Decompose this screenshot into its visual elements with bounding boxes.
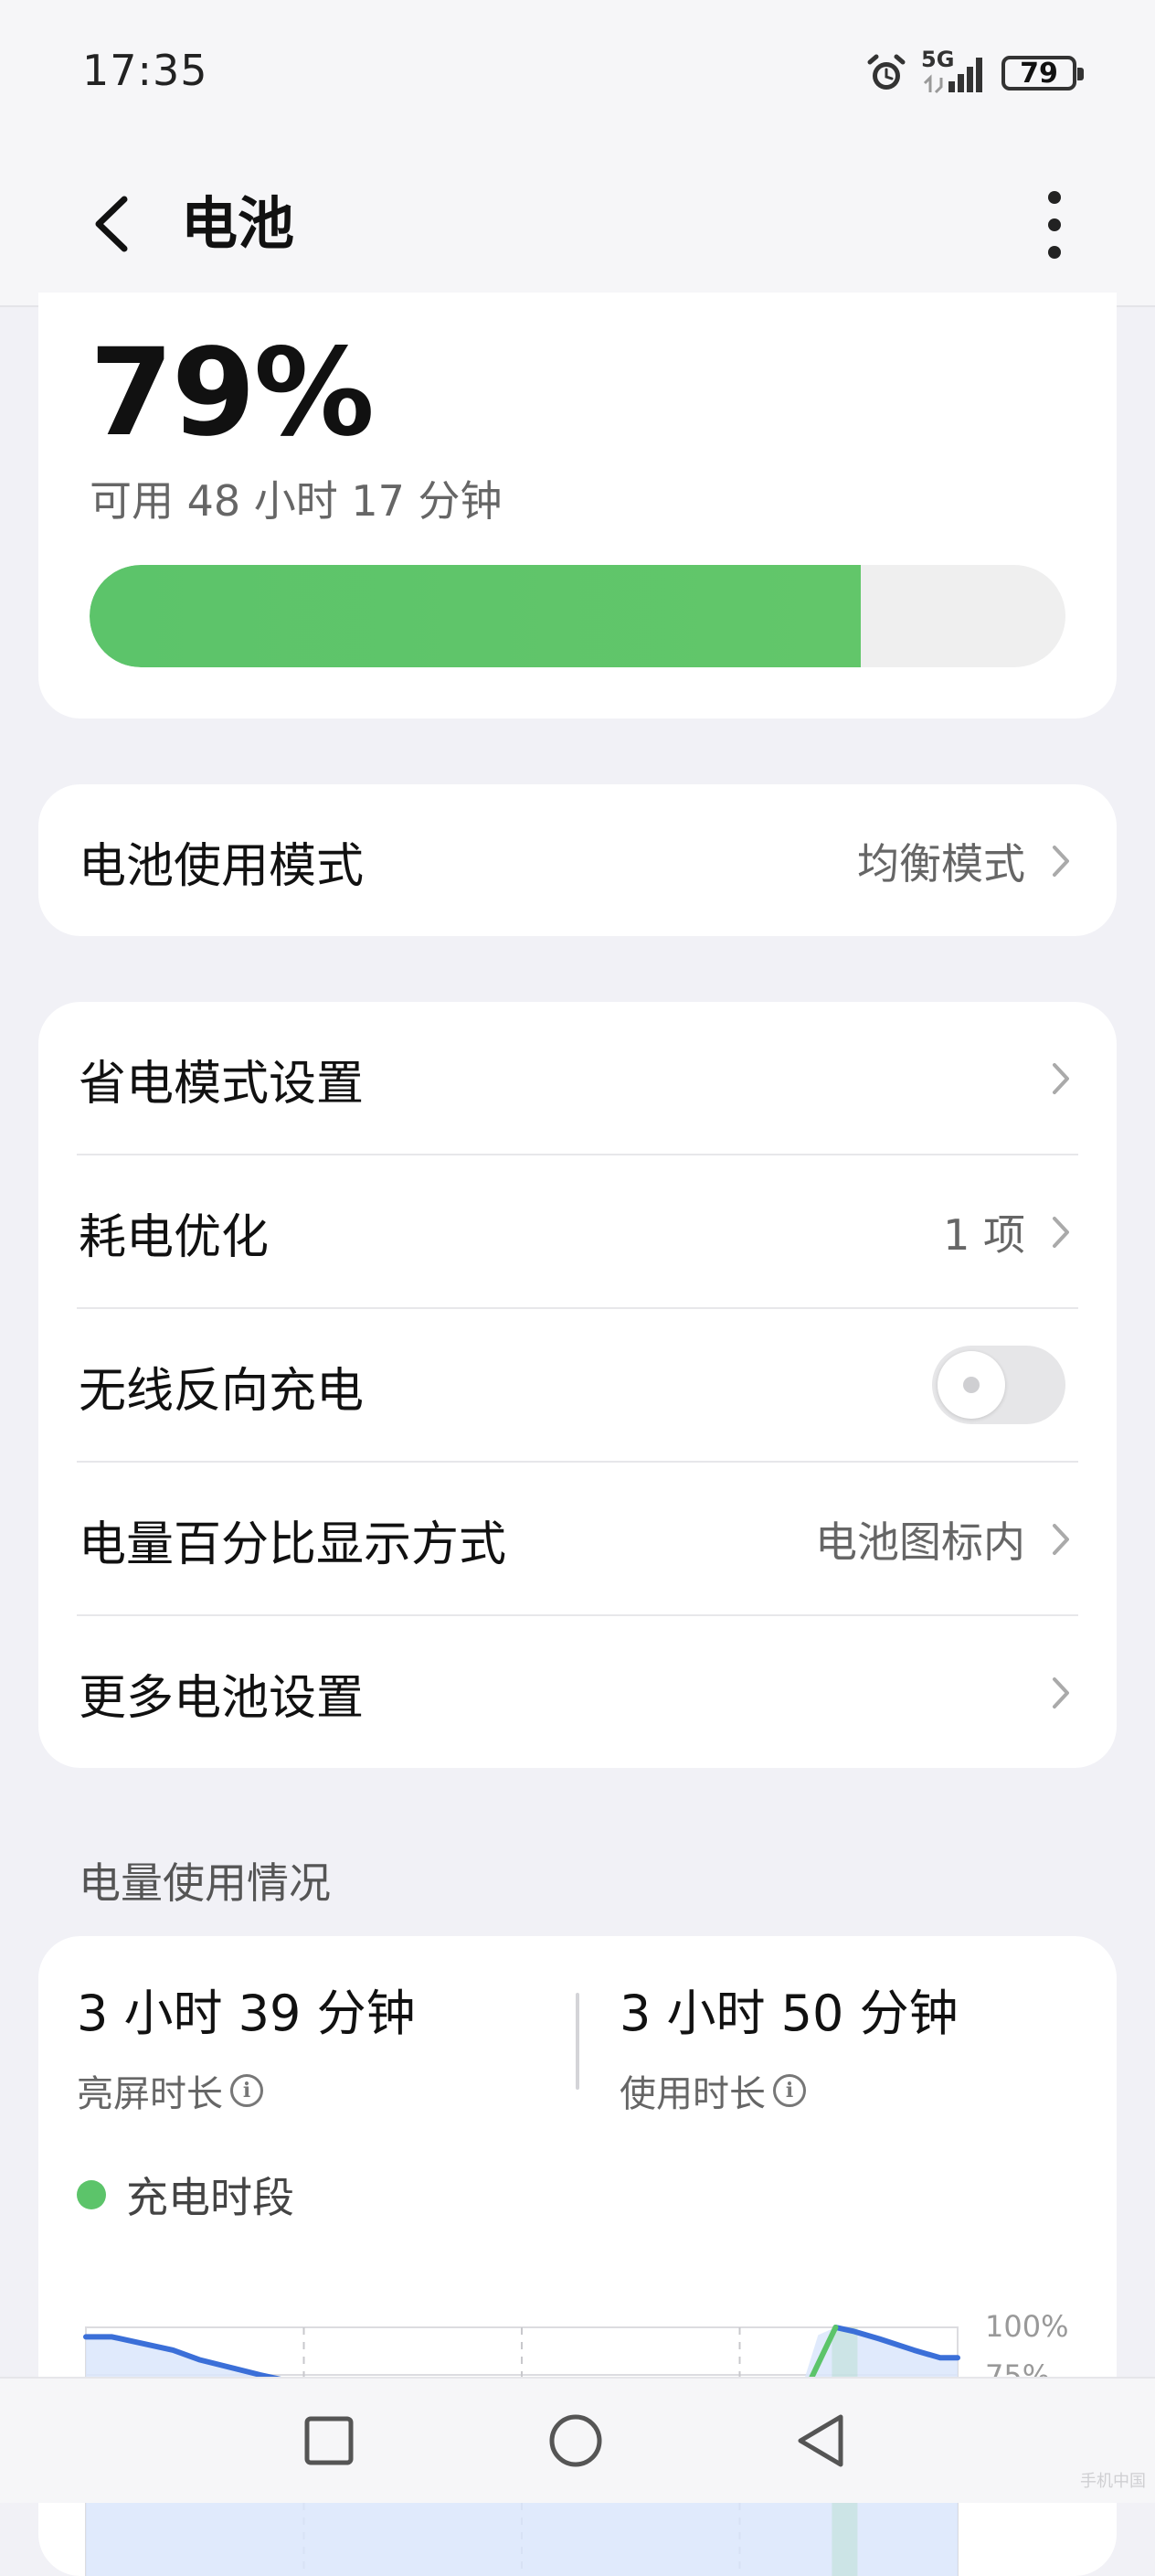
navigation-bar	[0, 2377, 1155, 2503]
y-tick-100: 100%	[985, 2309, 1068, 2344]
battery-mode-row[interactable]: 电池使用模式 均衡模式	[38, 784, 1117, 938]
square-icon	[304, 2416, 354, 2465]
alarm-icon	[867, 54, 906, 90]
settings-row-more-battery[interactable]: 更多电池设置	[38, 1616, 1117, 1770]
info-icon: i	[230, 2074, 263, 2107]
home-button[interactable]	[539, 2404, 612, 2477]
status-icons: 5G 79	[864, 46, 1084, 101]
chevron-right-icon	[1053, 1524, 1069, 1555]
more-options-button[interactable]	[1009, 179, 1100, 271]
usage-time-label-group[interactable]: 使用时长 i	[620, 2064, 806, 2117]
stat-separator	[576, 1993, 579, 2090]
battery-level-fill	[90, 565, 861, 667]
circle-icon	[549, 2414, 602, 2467]
battery-settings-card: 省电模式设置 耗电优化 1 项 无线反向充电 电量百分比显示方式 电池图标内 更…	[38, 1002, 1117, 1768]
settings-row-power-optimization[interactable]: 耗电优化 1 项	[38, 1155, 1117, 1309]
usage-section-title: 电量使用情况	[79, 1858, 331, 1908]
percentage-display-label: 电量百分比显示方式	[79, 1517, 507, 1572]
chart-legend: 充电时段	[77, 2165, 294, 2225]
watermark: 手机中国	[1080, 2472, 1146, 2491]
settings-row-power-saving[interactable]: 省电模式设置	[38, 1002, 1117, 1155]
battery-mode-value: 均衡模式	[857, 839, 1025, 889]
reverse-charging-label: 无线反向充电	[79, 1363, 365, 1419]
chevron-right-icon	[1053, 1063, 1069, 1094]
network-indicator: 5G	[921, 47, 989, 96]
screen-on-time-value: 3 小时 39 分钟	[77, 1985, 416, 2042]
battery-level-bar	[90, 565, 1065, 667]
settings-row-percentage-display[interactable]: 电量百分比显示方式 电池图标内	[38, 1463, 1117, 1616]
status-bar: 17:35 5G 79	[0, 0, 1155, 146]
reverse-charging-toggle[interactable]	[932, 1346, 1065, 1424]
power-optimization-label: 耗电优化	[79, 1209, 270, 1265]
more-battery-label: 更多电池设置	[79, 1670, 365, 1726]
triangle-back-icon	[798, 2414, 843, 2467]
charging-legend-dot	[77, 2180, 106, 2209]
back-nav-button[interactable]	[786, 2404, 859, 2477]
settings-row-reverse-charging: 无线反向充电	[38, 1309, 1117, 1463]
back-button[interactable]	[88, 183, 143, 265]
power-optimization-value: 1 项	[943, 1210, 1025, 1260]
info-icon: i	[773, 2074, 806, 2107]
screen-on-time-label: 亮屏时长	[77, 2073, 223, 2115]
power-saving-label: 省电模式设置	[79, 1056, 365, 1112]
chevron-right-icon	[1053, 1677, 1069, 1708]
page-title: 电池	[181, 190, 295, 257]
usage-time-value: 3 小时 50 分钟	[620, 1985, 959, 2042]
status-time: 17:35	[82, 46, 208, 95]
battery-icon: 79	[1001, 56, 1084, 90]
signal-icon	[923, 58, 982, 94]
status-battery-level: 79	[1020, 57, 1058, 90]
battery-mode-card: 电池使用模式 均衡模式	[38, 784, 1117, 936]
toggle-knob	[938, 1351, 1005, 1419]
charging-legend-label: 充电时段	[126, 2173, 294, 2222]
battery-mode-label: 电池使用模式	[79, 838, 365, 894]
battery-remaining-time: 可用 48 小时 17 分钟	[90, 476, 503, 526]
percentage-display-value: 电池图标内	[815, 1517, 1025, 1567]
screen-on-time-label-group[interactable]: 亮屏时长 i	[77, 2064, 263, 2117]
usage-time-label: 使用时长	[620, 2073, 766, 2115]
battery-summary-card: 79% 可用 48 小时 17 分钟	[38, 293, 1117, 719]
chevron-right-icon	[1053, 846, 1069, 877]
more-vert-icon	[1048, 191, 1061, 259]
chevron-left-icon	[95, 196, 128, 252]
battery-percent: 79%	[90, 323, 375, 463]
app-bar: 电池	[0, 146, 1155, 307]
recents-button[interactable]	[292, 2404, 366, 2477]
chevron-right-icon	[1053, 1217, 1069, 1248]
